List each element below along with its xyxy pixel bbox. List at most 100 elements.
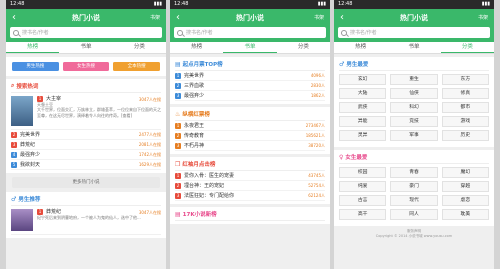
category-item[interactable]: 青春 [390,167,438,178]
featured-book[interactable]: 1 大主宰 3047人在搜 天蚕土豆 大千世界，位面交汇，万族林立，群雄荟萃，一位位… [11,93,161,130]
list-item[interactable]: 5 我欲封天 1629人在搜 [11,160,161,170]
rank-badge: 5 [11,161,17,168]
list-icon: ▤ [175,210,181,218]
list-item[interactable]: 1 永夜君王 273467人 [175,121,325,131]
page-footer: 服务声明 Copyright © 2014 小说书城 www.yousu.com [334,226,494,242]
category-item[interactable]: 穿越 [441,181,489,192]
tab-category[interactable]: 分类 [277,42,330,53]
female-category-section: ♀ 女生最爱 校园 青春 魔幻 纯爱 豪门 穿越 古言 现代 虐恋 高干 同人 耽… [334,150,494,226]
book-name: 三界血歌 [184,83,205,89]
section-title: ▤ 17K小说新榜 [175,210,325,221]
book-name: 最强弃少 [20,152,41,158]
tag-male-hot[interactable]: 男生热搜 [12,62,59,71]
list-item[interactable]: 1 完美世界 4096人 [175,71,325,81]
category-item[interactable]: 科幻 [390,102,438,113]
category-item[interactable]: 耽美 [441,209,489,220]
category-item[interactable]: 大陆 [339,88,387,99]
category-grid: 玄幻 重生 东方 大陆 仙侠 修真 武侠 科幻 都市 异能 竞技 游戏 灵异 军… [339,71,489,144]
category-item[interactable]: 东方 [441,74,489,85]
category-item[interactable]: 高干 [339,209,387,220]
book-name: 莽荒纪 [20,142,36,148]
click-count: 52754人 [308,182,325,188]
category-item[interactable]: 校园 [339,167,387,178]
17k-ranking: ▤ 17K小说新榜 [170,207,330,224]
tab-bar: 热榜 书单 分类 [334,42,494,54]
category-item[interactable]: 虐恋 [441,195,489,206]
tab-category[interactable]: 分类 [113,42,166,53]
search-input[interactable]: 搜书名/作者 [174,27,326,38]
category-item[interactable]: 现代 [390,195,438,206]
page-title: 热门小说 [72,13,100,22]
list-item[interactable]: 2 埋台神：王的宠妃 52754人 [175,181,325,191]
list-icon: ▤ [175,60,181,68]
list-item[interactable]: 3 莽荒纪 2081人在搜 [11,140,161,150]
category-item[interactable]: 武侠 [339,102,387,113]
category-item[interactable]: 灵异 [339,130,387,141]
category-item[interactable]: 同人 [390,209,438,220]
section-title-text: 男生推荐 [18,197,41,203]
click-count: 62124人 [308,192,325,198]
vote-count: 38720人 [308,142,325,148]
search-input[interactable]: 搜书名/作者 [10,27,162,38]
bookshelf-button[interactable]: 书架 [472,14,488,21]
tag-complete-hot[interactable]: 全本热搜 [113,62,161,71]
rank-badge: 4 [11,151,17,158]
search-placeholder: 搜书名/作者 [22,30,49,36]
tab-hot[interactable]: 热榜 [334,42,387,53]
search-input[interactable]: 搜书名/作者 [338,27,490,38]
category-item[interactable]: 修真 [441,88,489,99]
category-item[interactable]: 重生 [390,74,438,85]
category-item[interactable]: 异能 [339,116,387,127]
category-item[interactable]: 历史 [441,130,489,141]
tab-hot[interactable]: 热榜 [170,42,223,53]
category-item[interactable]: 都市 [441,102,489,113]
category-item[interactable]: 竞技 [390,116,438,127]
book-name: 我欲封天 [20,162,41,168]
bookshelf-button[interactable]: 书架 [144,14,160,21]
more-hot-button[interactable]: 更多热门小说 [12,177,160,188]
book-desc: 纪宁死后来到阴曹地府，一个被人为鬼的仙人，选中了他... [37,215,141,221]
list-item[interactable]: 3 不朽丹神 38720人 [175,141,325,151]
tag-female-hot[interactable]: 女生热搜 [62,62,110,71]
copyright-text: Copyright © 2014 小说书城 www.yousu.com [375,234,453,238]
back-arrow-icon[interactable]: ‹ [176,9,192,26]
list-item[interactable]: 3 法医狂妃：专门配给你 62124人 [175,191,325,201]
search-count: 2477人在搜 [138,131,161,137]
book-desc: 大千世界，位面交汇，万族林立，群雄荟萃，一位位来自下位面的天之至尊，在这无尽世界… [37,107,161,118]
featured-book[interactable]: 1 莽荒纪 3047人在搜 纪宁死后来到阴曹地府，一个被人为鬼的仙人，选中了他... [11,206,161,235]
list-item[interactable]: 2 完美世界 2477人在搜 [11,130,161,140]
rank-badge: 3 [175,142,181,149]
tab-hot[interactable]: 热榜 [6,42,60,53]
bookmark-icon: ❐ [175,160,181,168]
tab-booklist[interactable]: 书单 [387,42,440,53]
tab-booklist[interactable]: 书单 [59,42,112,53]
list-item[interactable]: 2 三界血歌 2830人 [175,81,325,91]
book-name: 爱你入骨：医生的宠妻 [184,173,235,179]
category-item[interactable]: 魔幻 [441,167,489,178]
category-item[interactable]: 游戏 [441,116,489,127]
search-icon [341,29,347,36]
list-item[interactable]: 3 最强弃少 1862人 [175,91,325,101]
back-arrow-icon[interactable]: ‹ [12,9,28,26]
bookshelf-button[interactable]: 书架 [308,14,324,21]
tab-category[interactable]: 分类 [440,42,494,53]
rank-badge: 2 [175,182,181,189]
list-item[interactable]: 1 爱你入骨：医生的宠妻 43745人 [175,171,325,181]
category-item[interactable]: 仙侠 [390,88,438,99]
section-title-text: 起点月票TOP榜 [182,62,223,68]
rank-badge: 3 [175,92,181,99]
category-item[interactable]: 古言 [339,195,387,206]
category-item[interactable]: 军事 [390,130,438,141]
book-name: 法医狂妃：专门配给你 [184,193,235,199]
search-placeholder: 搜书名/作者 [350,30,377,36]
app-bar: ‹ 热门小说 书架 [6,9,166,26]
list-item[interactable]: 4 最强弃少 1742人在搜 [11,150,161,160]
male-icon: ♂ [339,60,345,68]
tab-booklist[interactable]: 书单 [223,42,277,53]
search-placeholder: 搜书名/作者 [186,30,213,36]
back-arrow-icon[interactable]: ‹ [340,9,356,26]
category-item[interactable]: 豪门 [390,181,438,192]
list-item[interactable]: 2 传奇教育 185621人 [175,131,325,141]
category-item[interactable]: 玄幻 [339,74,387,85]
category-item[interactable]: 纯爱 [339,181,387,192]
